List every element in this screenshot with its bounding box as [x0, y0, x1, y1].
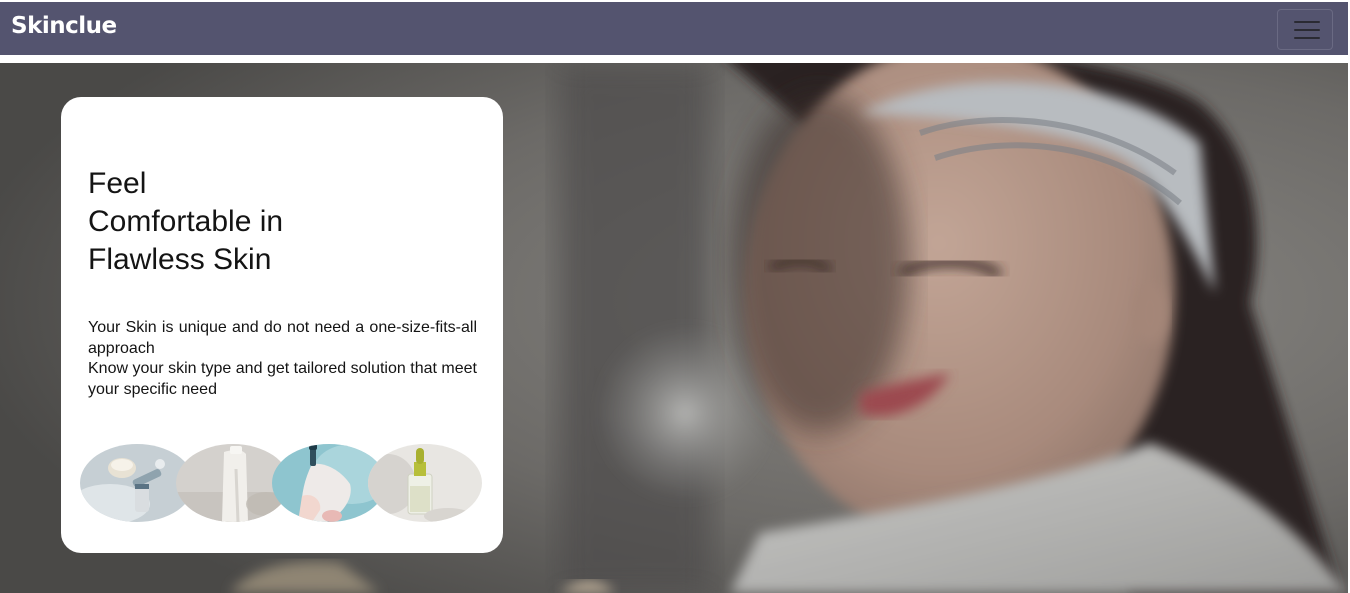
- navbar-toggler-button[interactable]: [1277, 9, 1333, 50]
- hamburger-menu-icon: [1294, 19, 1320, 41]
- product-thumbnails: [80, 444, 486, 522]
- headline-line: Comfortable in: [88, 205, 284, 238]
- navbar: Skinclue: [0, 2, 1348, 55]
- headline-line: Flawless Skin: [88, 243, 272, 276]
- description-line: Know your skin type and get tailored sol…: [88, 360, 477, 398]
- hero-description: Your Skin is unique and do not need a on…: [88, 318, 477, 400]
- description-line: Your Skin is unique and do not need a on…: [88, 319, 477, 357]
- oil-bottle-dropper-photo[interactable]: [368, 444, 482, 522]
- hero-headline: Feel Comfortable in Flawless Skin: [88, 165, 348, 279]
- headline-line: Feel: [88, 167, 147, 200]
- hero-card: Feel Comfortable in Flawless Skin Your S…: [61, 97, 503, 553]
- brand-logo[interactable]: Skinclue: [11, 11, 117, 41]
